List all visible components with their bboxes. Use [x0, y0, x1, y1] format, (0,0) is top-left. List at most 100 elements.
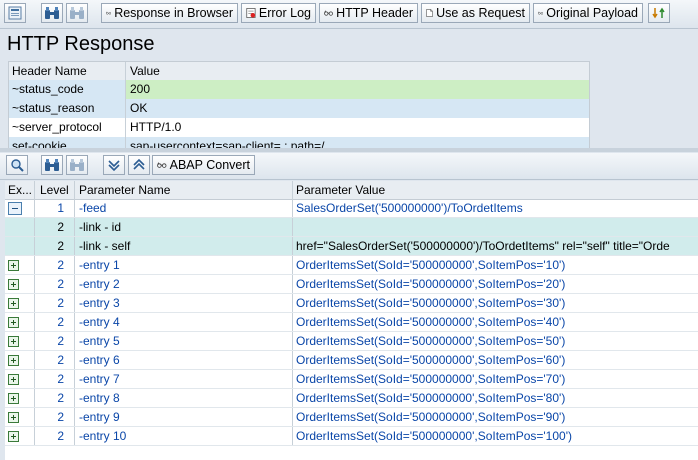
header-value-cell: HTTP/1.0 [126, 118, 589, 137]
glasses-icon [106, 11, 112, 15]
original-payload-label: Original Payload [546, 6, 638, 20]
table-row[interactable]: 2 -entry 1 OrderItemsSet(SoId='500000000… [5, 256, 698, 275]
param-name-cell: -entry 1 [75, 256, 293, 274]
convert-arrows-icon [652, 7, 665, 19]
param-value-cell: OrderItemsSet(SoId='500000000',SoItemPos… [296, 315, 566, 329]
header-name-cell: ~server_protocol [9, 118, 126, 137]
column-header-value: Value [126, 62, 589, 81]
param-name-cell: -entry 3 [75, 294, 293, 312]
table-row[interactable]: 2 -entry 4 OrderItemsSet(SoId='500000000… [5, 313, 698, 332]
glasses-icon [157, 162, 167, 168]
find-next-button[interactable] [66, 3, 88, 23]
param-name-cell: -entry 8 [75, 389, 293, 407]
param-name-cell: -entry 9 [75, 408, 293, 426]
abap-convert-button[interactable]: ABAP Convert [152, 155, 255, 175]
original-payload-button[interactable]: Original Payload [533, 3, 643, 23]
table-row[interactable]: 2 -entry 9 OrderItemsSet(SoId='500000000… [5, 408, 698, 427]
column-parameter-name: Parameter Name [75, 181, 293, 199]
select-detail-icon [8, 6, 22, 20]
header-row-status-reason[interactable]: ~status_reason OK [9, 99, 589, 118]
param-name-cell: -entry 4 [75, 313, 293, 331]
level-cell: 2 [35, 370, 75, 388]
table-row[interactable]: 2 -link - self href="SalesOrderSet('5000… [5, 237, 698, 256]
find-button-2[interactable] [41, 155, 63, 175]
expand-down-icon [108, 160, 120, 172]
table-row[interactable]: 2 -entry 8 OrderItemsSet(SoId='500000000… [5, 389, 698, 408]
table-row[interactable]: 2 -entry 10 OrderItemsSet(SoId='50000000… [5, 427, 698, 446]
select-detail-button[interactable] [4, 3, 26, 23]
level-cell: 2 [35, 332, 75, 350]
collapse-node-icon[interactable] [8, 201, 22, 215]
parameter-table: Ex... Level Parameter Name Parameter Val… [5, 181, 698, 460]
expand-node-icon[interactable] [8, 411, 19, 423]
header-row-server-protocol[interactable]: ~server_protocol HTTP/1.0 [9, 118, 589, 137]
binoculars-icon [45, 159, 59, 171]
table-row[interactable]: 2 -entry 3 OrderItemsSet(SoId='500000000… [5, 294, 698, 313]
param-value-cell: OrderItemsSet(SoId='500000000',SoItemPos… [296, 334, 566, 348]
response-in-browser-button[interactable]: Response in Browser [101, 3, 238, 23]
param-value-cell: OrderItemsSet(SoId='500000000',SoItemPos… [296, 410, 566, 424]
expand-node-icon[interactable] [8, 278, 19, 290]
param-value-cell: href="SalesOrderSet('500000000')/ToOrdet… [296, 239, 670, 253]
header-value-cell: OK [126, 99, 589, 118]
expand-node-icon[interactable] [8, 259, 19, 271]
table-row[interactable]: 2 -link - id [5, 218, 698, 237]
main-toolbar: Response in Browser Error Log HTTP Heade… [0, 0, 698, 29]
param-name-cell: -feed [75, 199, 293, 217]
pane-splitter[interactable] [0, 148, 698, 152]
error-log-button[interactable]: Error Log [241, 3, 316, 23]
level-cell: 1 [35, 199, 75, 217]
binoculars-next-icon [70, 7, 84, 19]
error-log-icon [246, 8, 256, 18]
param-name-cell: -link - self [75, 237, 293, 255]
expand-node-icon[interactable] [8, 373, 19, 385]
glasses-icon [324, 10, 333, 16]
header-row-status-code[interactable]: ~status_code 200 [9, 80, 589, 99]
expand-cell [5, 237, 35, 255]
table-row[interactable]: 2 -entry 6 OrderItemsSet(SoId='500000000… [5, 351, 698, 370]
param-value-cell: SalesOrderSet('500000000')/ToOrdetItems [296, 201, 523, 215]
level-cell: 2 [35, 256, 75, 274]
table-row[interactable]: 2 -entry 7 OrderItemsSet(SoId='500000000… [5, 370, 698, 389]
details-button[interactable] [6, 155, 28, 175]
header-name-cell: ~status_code [9, 80, 126, 99]
param-value-cell: OrderItemsSet(SoId='500000000',SoItemPos… [296, 391, 566, 405]
param-value-cell [293, 218, 698, 236]
param-name-cell: -entry 7 [75, 370, 293, 388]
table-row[interactable]: 1 -feed SalesOrderSet('500000000')/ToOrd… [5, 199, 698, 218]
param-name-cell: -entry 2 [75, 275, 293, 293]
level-cell: 2 [35, 313, 75, 331]
find-button[interactable] [41, 3, 63, 23]
expand-node-icon[interactable] [8, 430, 19, 442]
collapse-up-icon [133, 158, 145, 170]
convert-button[interactable] [648, 3, 670, 23]
table-row[interactable]: 2 -entry 5 OrderItemsSet(SoId='500000000… [5, 332, 698, 351]
abap-convert-label: ABAP Convert [169, 158, 250, 172]
expand-cell [5, 218, 35, 236]
header-value-cell: 200 [126, 80, 589, 99]
expand-node-icon[interactable] [8, 392, 19, 404]
expand-node-icon[interactable] [8, 335, 19, 347]
http-header-button[interactable]: HTTP Header [319, 3, 418, 23]
header-table: Header Name Value ~status_code 200 ~stat… [8, 61, 590, 149]
error-log-label: Error Log [258, 6, 311, 20]
level-cell: 2 [35, 427, 75, 445]
expand-node-icon[interactable] [8, 297, 19, 309]
param-value-cell: OrderItemsSet(SoId='500000000',SoItemPos… [296, 353, 566, 367]
expand-node-icon[interactable] [8, 354, 19, 366]
param-value-cell: OrderItemsSet(SoId='500000000',SoItemPos… [296, 429, 572, 443]
table-row[interactable]: 2 -entry 2 OrderItemsSet(SoId='500000000… [5, 275, 698, 294]
magnifier-icon [11, 159, 24, 172]
level-cell: 2 [35, 408, 75, 426]
document-icon [426, 9, 433, 17]
level-cell: 2 [35, 351, 75, 369]
level-cell: 2 [35, 294, 75, 312]
http-header-label: HTTP Header [336, 6, 413, 20]
header-name-cell: ~status_reason [9, 99, 126, 118]
find-next-button-2[interactable] [66, 155, 88, 175]
expand-all-button[interactable] [103, 155, 125, 175]
use-as-request-button[interactable]: Use as Request [421, 3, 530, 23]
expand-node-icon[interactable] [8, 316, 19, 328]
collapse-all-button[interactable] [128, 155, 150, 175]
column-level: Level [35, 181, 75, 199]
